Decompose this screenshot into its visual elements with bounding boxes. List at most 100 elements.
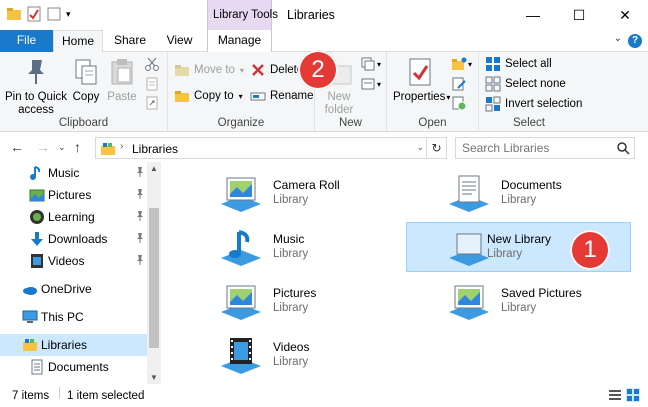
help-icon[interactable]: ? (628, 34, 642, 48)
tab-home[interactable]: Home (53, 30, 103, 53)
nav-item-this-pc[interactable]: This PC (0, 306, 148, 328)
library-tile-videos[interactable]: Videos Library (207, 331, 432, 381)
nav-item-music[interactable]: Music (0, 162, 148, 184)
tile-type: Library (273, 356, 309, 368)
pin-icon[interactable] (135, 254, 145, 266)
maximize-button[interactable]: ☐ (556, 0, 602, 30)
recent-locations-icon[interactable]: ⌄ (58, 142, 66, 153)
window-title: Libraries (287, 8, 335, 22)
library-tile-pictures[interactable]: Pictures Library (207, 277, 432, 327)
large-icons-view-icon[interactable] (626, 388, 640, 402)
breadcrumb-separator-icon[interactable]: › (120, 141, 123, 152)
nav-label: Learning (48, 210, 95, 224)
library-tile-documents[interactable]: Documents Library (435, 169, 648, 219)
nav-item-onedrive[interactable]: OneDrive (0, 278, 148, 300)
address-dropdown-icon[interactable]: ⌄ (416, 142, 424, 153)
copy-icon (70, 56, 102, 88)
title-bar: ▾ Library Tools Libraries — ☐ ✕ (0, 0, 648, 31)
tab-share[interactable]: Share (106, 30, 154, 52)
minimize-button[interactable]: — (510, 0, 556, 30)
nav-label: Downloads (48, 232, 108, 246)
edit-icon[interactable] (451, 76, 467, 92)
new-library-icon (447, 228, 491, 268)
refresh-icon[interactable]: ↻ (426, 138, 446, 158)
forward-arrow-icon[interactable]: → (36, 139, 50, 155)
pin-icon[interactable] (135, 166, 145, 178)
pin-icon[interactable] (135, 188, 145, 200)
address-bar[interactable]: › Libraries ⌄ ↻ (95, 137, 447, 159)
search-input[interactable] (462, 141, 612, 155)
open-folder-icon[interactable] (451, 56, 467, 72)
select-all-button[interactable]: Select all (485, 55, 552, 73)
copy-path-icon[interactable] (144, 76, 160, 92)
navigation-pane: Music Pictures Learning Downloads Videos (0, 162, 161, 384)
nav-item-videos[interactable]: Videos (0, 250, 148, 272)
tile-type: Library (501, 302, 537, 314)
nav-item-documents[interactable]: Documents (0, 356, 148, 378)
scroll-down-icon[interactable]: ▼ (150, 373, 158, 382)
scroll-thumb[interactable] (149, 208, 159, 348)
paste-shortcut-icon[interactable] (144, 95, 160, 111)
history-icon[interactable] (451, 95, 467, 111)
copy-button[interactable]: Copy (68, 56, 104, 104)
invert-selection-button[interactable]: Invert selection (485, 95, 582, 113)
music-library-icon (219, 228, 263, 268)
library-tile-saved-pictures[interactable]: Saved Pictures Library (435, 277, 648, 327)
nav-label: Libraries (41, 338, 88, 352)
up-arrow-icon[interactable]: ↑ (74, 139, 81, 155)
ribbon-collapse-icon[interactable]: ⌄ (614, 33, 622, 44)
folder-icon[interactable] (6, 6, 22, 22)
delete-button[interactable]: Delete (250, 61, 303, 79)
select-none-button[interactable]: Select none (485, 75, 566, 93)
select-all-label: Select all (505, 58, 552, 70)
pin-icon[interactable] (135, 232, 145, 244)
nav-item-pictures[interactable]: Pictures (0, 184, 148, 206)
scroll-up-icon[interactable]: ▲ (150, 164, 158, 173)
library-tile-camera-roll[interactable]: Camera Roll Library (207, 169, 432, 219)
library-tile-music[interactable]: Music Library (207, 223, 432, 273)
select-all-icon (485, 56, 501, 72)
move-to-button[interactable]: Move to ▾ (174, 61, 244, 79)
breadcrumb-libraries[interactable]: Libraries (132, 142, 178, 156)
paste-button[interactable]: Paste (104, 56, 140, 104)
search-box[interactable] (455, 137, 635, 159)
rename-button[interactable]: Rename (250, 87, 313, 105)
tile-name: Pictures (273, 286, 317, 300)
back-arrow-icon[interactable]: ← (10, 139, 24, 155)
cut-icon[interactable] (144, 56, 160, 72)
selection-count: 1 item selected (67, 390, 145, 402)
close-button[interactable]: ✕ (602, 0, 648, 30)
nav-label: Pictures (48, 188, 92, 202)
nav-label: Music (48, 166, 80, 180)
new-folder-icon[interactable] (46, 6, 62, 22)
copy-to-button[interactable]: Copy to ▾ (174, 87, 243, 105)
paste-icon (106, 56, 138, 88)
nav-item-learning[interactable]: Learning (0, 206, 148, 228)
quick-access-toolbar: ▾ (6, 6, 74, 22)
status-divider: | (58, 387, 61, 399)
properties-button[interactable]: Properties▾ (393, 56, 450, 104)
select-group: Select all Select none Invert selection … (479, 52, 582, 132)
tab-view[interactable]: View (157, 30, 202, 52)
tab-file[interactable]: File (0, 30, 53, 52)
music-icon (29, 165, 45, 181)
qat-dropdown-icon[interactable]: ▾ (66, 6, 74, 22)
camera-roll-library-icon (219, 174, 263, 214)
new-item-icon[interactable] (360, 56, 376, 72)
context-tab-label: Library Tools (213, 9, 278, 21)
nav-item-downloads[interactable]: Downloads (0, 228, 148, 250)
ribbon-tabs: File Home Share View Manage ⌄ ? (0, 30, 648, 53)
tile-type: Library (273, 248, 309, 260)
details-view-icon[interactable] (608, 388, 622, 402)
pin-icon[interactable] (135, 210, 145, 222)
tab-manage[interactable]: Manage (207, 30, 272, 52)
pin-icon (20, 56, 52, 88)
move-to-label: Move to (194, 64, 235, 76)
nav-item-libraries[interactable]: Libraries (0, 334, 148, 356)
properties-check-icon[interactable] (26, 6, 42, 22)
easy-access-icon[interactable] (360, 76, 376, 92)
nav-scrollbar[interactable]: ▲ ▼ (147, 162, 161, 384)
tile-name: Documents (501, 178, 562, 192)
organize-group: Move to ▾ Copy to ▾ Delete Rename Organize (168, 52, 315, 132)
pin-to-quick-access-button[interactable]: Pin to Quick access (4, 56, 68, 117)
